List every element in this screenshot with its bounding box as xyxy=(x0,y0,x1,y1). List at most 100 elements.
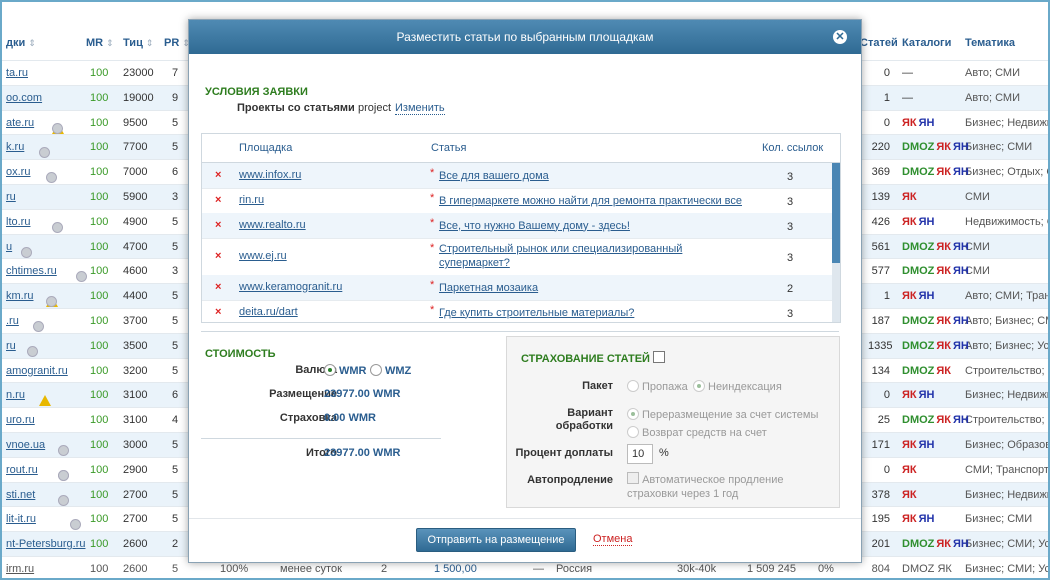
site-link[interactable]: chtimes.ru xyxy=(6,265,57,277)
theme-value: Бизнес; СМИ xyxy=(965,513,1033,526)
auto-renew-label: Автопродление xyxy=(527,474,613,486)
site-link[interactable]: ru xyxy=(6,191,16,203)
article-link[interactable]: В гипермаркете можно найти для ремонта п… xyxy=(439,194,742,208)
site-link[interactable]: nt-Petersburg.ru xyxy=(6,538,85,550)
insurance-title: СТРАХОВАНИЕ СТАТЕЙ xyxy=(521,351,666,365)
site-link[interactable]: www.realto.ru xyxy=(239,219,306,231)
submit-button[interactable]: Отправить на размещение xyxy=(416,528,576,552)
remove-icon[interactable]: × xyxy=(215,250,221,262)
article-link[interactable]: Паркетная мозаика xyxy=(439,281,538,295)
site-link[interactable]: amogranit.ru xyxy=(6,365,68,377)
article-link[interactable]: Где купить строительные материалы? xyxy=(439,306,634,320)
auto-renew-checkbox[interactable]: Автоматическое продление страховки через… xyxy=(627,472,797,501)
variant-replace-radio[interactable]: Переразмещение за счет системы xyxy=(627,408,818,421)
col-header-catalogs[interactable]: Каталоги xyxy=(902,37,951,49)
site-link[interactable]: rin.ru xyxy=(239,194,264,206)
site-link[interactable]: ate.ru xyxy=(6,117,34,129)
site-link[interactable]: vnoe.ua xyxy=(6,439,45,451)
article-link[interactable]: Строительный рынок или специализированны… xyxy=(439,242,709,270)
col-header-pr[interactable]: PR ⇕ xyxy=(164,37,190,49)
table-scroll-thumb[interactable] xyxy=(832,163,840,263)
col-header-count[interactable]: Статей xyxy=(860,37,898,49)
col-header-tic[interactable]: Тиц ⇕ xyxy=(123,37,153,49)
tic-value: 4700 xyxy=(123,240,148,253)
site-link[interactable]: rout.ru xyxy=(6,464,38,476)
links-count: 3 xyxy=(787,195,794,208)
required-mark: * xyxy=(430,191,435,204)
currency-wmr-radio[interactable]: WMR xyxy=(324,364,367,377)
mr-value: 100 xyxy=(90,339,109,352)
site-link[interactable]: k.ru xyxy=(6,141,24,153)
catalogs-value: ЯК xyxy=(902,463,917,476)
radio-icon xyxy=(324,364,336,376)
mr-value: 100 xyxy=(90,166,109,179)
count-value: 187 xyxy=(871,315,890,327)
site-link[interactable]: .ru xyxy=(6,315,19,327)
site-link[interactable]: www.infox.ru xyxy=(239,169,301,181)
catalogs-value: ЯК ЯН xyxy=(902,513,935,526)
close-icon[interactable]: ✕ xyxy=(833,30,847,44)
mr-value: 100 xyxy=(90,538,109,551)
remove-icon[interactable]: × xyxy=(215,194,221,206)
mr-value: 100 xyxy=(90,364,109,377)
site-link[interactable]: ru xyxy=(6,340,16,352)
count-value: 195 xyxy=(871,513,890,526)
pr-value: 5 xyxy=(172,463,179,476)
remove-icon[interactable]: × xyxy=(215,281,221,293)
dialog-titlebar: Разместить статьи по выбранным площадкам… xyxy=(189,20,861,54)
pr-value: 3 xyxy=(172,265,179,278)
tic-value: 3200 xyxy=(123,364,148,377)
catalogs-value: — xyxy=(902,91,913,104)
pr-value: 6 xyxy=(172,389,179,402)
col-header-mr[interactable]: MR ⇕ xyxy=(86,37,114,49)
links-count: 2 xyxy=(787,282,794,295)
theme-value: СМИ xyxy=(965,191,990,203)
count-value: 25 xyxy=(877,414,890,427)
site-link[interactable]: sti.net xyxy=(6,489,35,501)
medal-icon xyxy=(57,469,69,481)
cancel-link[interactable]: Отмена xyxy=(593,533,633,546)
site-link[interactable]: km.ru xyxy=(6,290,34,302)
insurance-checkbox[interactable] xyxy=(653,351,666,363)
site-link[interactable]: deita.ru/dart xyxy=(239,306,298,318)
theme-value: Бизнес; СМИ; Ус xyxy=(965,538,1050,551)
percent-input[interactable]: 10 xyxy=(627,444,653,464)
package-nonindex-radio[interactable]: Неиндексация xyxy=(693,380,782,393)
col-header-links: Кол. ссылок xyxy=(762,142,824,154)
article-link[interactable]: Все для вашего дома xyxy=(439,169,549,183)
site-link[interactable]: www.ej.ru xyxy=(239,250,287,262)
medal-icon xyxy=(21,246,33,258)
catalogs-value: DMOZ ЯК ЯН xyxy=(902,538,969,551)
radio-icon xyxy=(627,426,639,438)
site-link[interactable]: lit-it.ru xyxy=(6,513,36,525)
theme-value: Авто; Бизнес; Ус xyxy=(965,339,1050,352)
pr-value: 5 xyxy=(172,513,179,526)
catalogs-value: DMOZ ЯК ЯН xyxy=(902,141,969,154)
site-link[interactable]: u xyxy=(6,241,12,253)
insurance-cost-value: 0.00 WMR xyxy=(324,412,376,424)
remove-icon[interactable]: × xyxy=(215,169,221,181)
mr-value: 100 xyxy=(90,116,109,129)
col-header-theme[interactable]: Тематика xyxy=(965,37,1015,49)
site-link[interactable]: n.ru xyxy=(6,389,25,401)
pr-value: 6 xyxy=(172,166,179,179)
site-link[interactable]: oo.com xyxy=(6,92,42,104)
mr-value: 100 xyxy=(90,215,109,228)
table-row: × rin.ru * В гипермаркете можно найти для р… xyxy=(202,188,832,214)
currency-wmz-radio[interactable]: WMZ xyxy=(370,364,411,377)
remove-icon[interactable]: × xyxy=(215,219,221,231)
article-link[interactable]: Все, что нужно Вашему дому - здесь! xyxy=(439,219,630,233)
remove-icon[interactable]: × xyxy=(215,306,221,318)
site-link[interactable]: ta.ru xyxy=(6,67,28,79)
site-link[interactable]: www.keramogranit.ru xyxy=(239,281,342,293)
package-loss-radio[interactable]: Пропажа xyxy=(627,380,688,393)
col-header-site[interactable]: дки ⇕ xyxy=(6,37,36,49)
variant-refund-radio[interactable]: Возврат средств на счет xyxy=(627,426,767,439)
catalogs-value: — xyxy=(902,67,913,79)
change-link[interactable]: Изменить xyxy=(395,102,445,115)
site-link[interactable]: ox.ru xyxy=(6,166,30,178)
site-link[interactable]: lto.ru xyxy=(6,216,30,228)
catalogs-value: ЯК ЯН xyxy=(902,215,935,228)
site-link[interactable]: uro.ru xyxy=(6,414,35,426)
site-link[interactable]: irm.ru xyxy=(6,563,34,575)
